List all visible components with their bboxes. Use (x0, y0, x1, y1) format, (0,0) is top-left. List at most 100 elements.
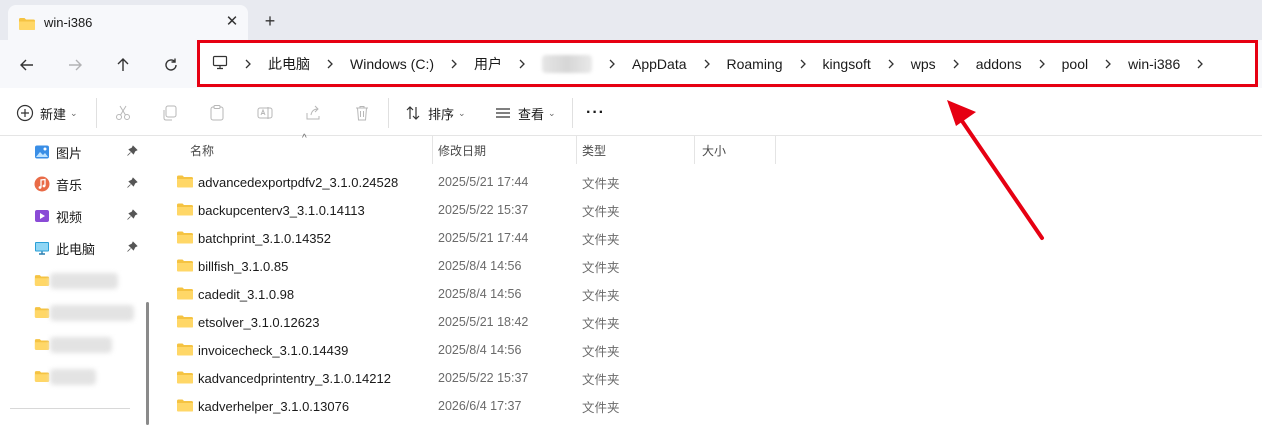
file-modified: 2025/5/21 17:44 (438, 175, 529, 189)
file-type: 文件夹 (582, 204, 620, 219)
column-divider[interactable] (694, 136, 695, 164)
list-item[interactable]: batchprint_3.1.0.14352 2025/5/21 17:44 文… (170, 224, 770, 252)
pin-icon[interactable] (126, 145, 138, 160)
folder-icon (34, 306, 50, 318)
up-button[interactable] (110, 52, 136, 78)
list-item[interactable]: advancedexportpdfv2_3.1.0.24528 2025/5/2… (170, 168, 770, 196)
folder-icon (176, 342, 194, 360)
list-item[interactable]: cadedit_3.1.0.98 2025/8/4 14:56 文件夹 (170, 280, 770, 308)
chevron-right-icon[interactable] (1038, 58, 1046, 70)
rename-button[interactable] (256, 101, 274, 125)
chevron-right-icon[interactable] (1104, 58, 1112, 70)
redacted-label (50, 337, 112, 353)
sidebar-item-videos[interactable]: 视频 (34, 205, 144, 227)
chevron-right-icon[interactable] (799, 58, 807, 70)
chevron-right-icon[interactable] (887, 58, 895, 70)
file-type: 文件夹 (582, 372, 620, 387)
breadcrumb-appdata[interactable]: AppData (632, 56, 686, 72)
list-item[interactable]: kadvancedprintentry_3.1.0.14212 2025/5/2… (170, 364, 770, 392)
file-name: batchprint_3.1.0.14352 (198, 230, 331, 246)
file-name: backupcenterv3_3.1.0.14113 (198, 202, 365, 218)
breadcrumb-win-i386[interactable]: win-i386 (1128, 56, 1180, 72)
list-item[interactable]: invoicecheck_3.1.0.14439 2025/8/4 14:56 … (170, 336, 770, 364)
breadcrumb-wps[interactable]: wps (911, 56, 936, 72)
chevron-right-icon[interactable] (952, 58, 960, 70)
computer-icon (35, 242, 49, 255)
chevron-right-icon[interactable] (1196, 58, 1204, 70)
folder-icon (176, 202, 194, 220)
breadcrumb-users[interactable]: 用户 (474, 54, 502, 74)
view-list-icon (496, 108, 510, 118)
file-modified: 2025/5/21 18:42 (438, 315, 529, 329)
share-button[interactable] (304, 101, 322, 125)
folder-icon (34, 338, 50, 350)
column-header-size[interactable]: 大小 (702, 136, 726, 164)
address-bar[interactable]: 此电脑 Windows (C:) 用户 AppData Roaming king… (197, 40, 1258, 87)
pin-icon[interactable] (126, 209, 138, 224)
chevron-right-icon[interactable] (703, 58, 711, 70)
list-item[interactable]: kadverhelper_3.1.0.13076 2026/6/4 17:37 … (170, 392, 770, 420)
file-name: invoicecheck_3.1.0.14439 (198, 342, 349, 358)
pictures-icon (35, 145, 49, 159)
new-tab-button[interactable]: + (260, 12, 280, 32)
file-type: 文件夹 (582, 288, 620, 303)
computer-icon[interactable] (212, 55, 228, 73)
file-modified: 2025/5/22 15:37 (438, 371, 529, 385)
file-name: kadvancedprintentry_3.1.0.14212 (198, 370, 391, 386)
sidebar-item-music[interactable]: 音乐 (34, 173, 144, 195)
column-header-name[interactable]: 名称 (190, 136, 214, 164)
delete-button[interactable] (353, 101, 371, 125)
breadcrumb-windows-c[interactable]: Windows (C:) (350, 56, 434, 72)
sort-button[interactable]: 排序 ⌄ (404, 101, 466, 125)
breadcrumb-kingsoft[interactable]: kingsoft (823, 56, 871, 72)
chevron-right-icon[interactable] (608, 58, 616, 70)
copy-button[interactable] (161, 101, 179, 125)
breadcrumb-pool[interactable]: pool (1062, 56, 1088, 72)
column-divider[interactable] (775, 136, 776, 164)
file-modified: 2025/5/21 17:44 (438, 231, 529, 245)
cut-button[interactable] (114, 101, 132, 125)
file-name: billfish_3.1.0.85 (198, 258, 289, 274)
sidebar-item-this-pc[interactable]: 此电脑 (34, 237, 144, 259)
chevron-right-icon[interactable] (326, 58, 334, 70)
tab-strip: win-i386 ✕ + (0, 0, 1262, 40)
command-bar: 新建 ⌄ 排序 ⌄ 查看 ⌄ ··· (0, 88, 1262, 136)
folder-icon (34, 274, 50, 286)
folder-icon (176, 174, 194, 192)
more-options-button[interactable]: ··· (586, 101, 605, 125)
chevron-right-icon[interactable] (518, 58, 526, 70)
breadcrumb-this-pc[interactable]: 此电脑 (268, 54, 310, 74)
list-item[interactable]: billfish_3.1.0.85 2025/8/4 14:56 文件夹 (170, 252, 770, 280)
new-button[interactable]: 新建 ⌄ (16, 101, 78, 125)
forward-button[interactable] (62, 52, 88, 78)
sidebar-item-pictures[interactable]: 图片 (34, 141, 144, 163)
trash-icon (356, 106, 368, 121)
list-item[interactable]: etsolver_3.1.0.12623 2025/5/21 18:42 文件夹 (170, 308, 770, 336)
column-header-modified[interactable]: 修改日期 (438, 136, 486, 164)
refresh-button[interactable] (158, 52, 184, 78)
breadcrumb-username-redacted[interactable] (542, 54, 593, 73)
chevron-right-icon[interactable] (450, 58, 458, 70)
column-header-type[interactable]: 类型 (582, 136, 606, 164)
column-divider[interactable] (432, 136, 433, 164)
sidebar-scrollbar[interactable] (146, 302, 149, 425)
divider (10, 408, 130, 409)
paste-button[interactable] (208, 101, 226, 125)
file-type: 文件夹 (582, 400, 620, 415)
list-item[interactable]: backupcenterv3_3.1.0.14113 2025/5/22 15:… (170, 196, 770, 224)
redacted-label (50, 273, 118, 289)
new-button-label: 新建 (40, 106, 67, 122)
back-button[interactable] (14, 52, 40, 78)
breadcrumb-addons[interactable]: addons (976, 56, 1022, 72)
pin-icon[interactable] (126, 241, 138, 256)
breadcrumb-roaming[interactable]: Roaming (727, 56, 783, 72)
refresh-icon (165, 58, 177, 71)
chevron-right-icon[interactable] (244, 58, 252, 70)
file-name: cadedit_3.1.0.98 (198, 286, 295, 302)
close-tab-icon[interactable]: ✕ (224, 14, 240, 30)
folder-icon (18, 17, 36, 34)
view-button[interactable]: 查看 ⌄ (494, 101, 556, 125)
column-divider[interactable] (576, 136, 577, 164)
tab-win-i386[interactable]: win-i386 ✕ (8, 5, 248, 40)
pin-icon[interactable] (126, 177, 138, 192)
